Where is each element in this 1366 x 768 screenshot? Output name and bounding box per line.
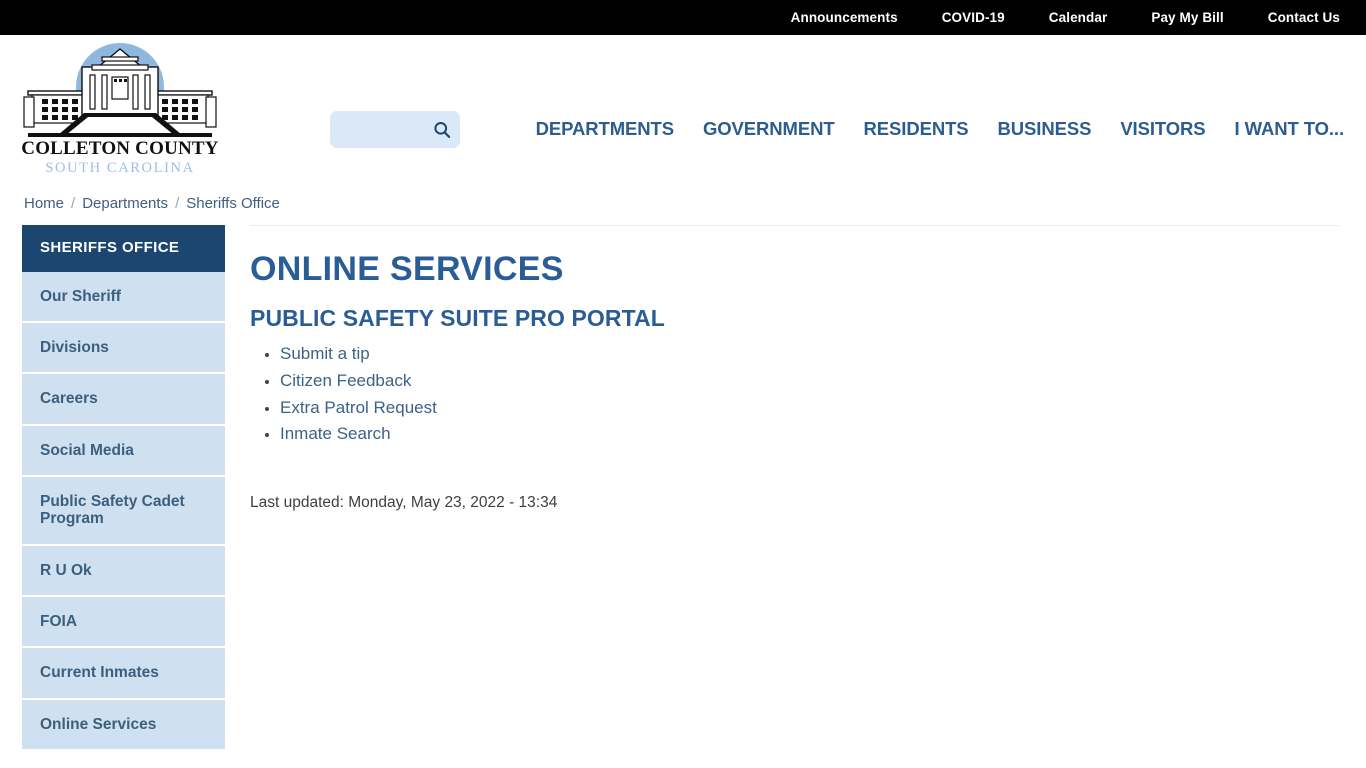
section-title: PUBLIC SAFETY SUITE PRO PORTAL [250,304,665,331]
utility-bar: Announcements COVID-19 Calendar Pay My B… [0,0,1366,35]
sidebar: SHERIFFS OFFICE Our Sheriff Divisions Ca… [22,225,225,750]
link-extra-patrol-request[interactable]: Extra Patrol Request [280,398,437,417]
main-navigation: DEPARTMENTS GOVERNMENT RESIDENTS BUSINES… [536,118,1344,140]
sidebar-item-social-media[interactable]: Social Media [22,425,225,477]
sidebar-item-public-safety-cadet-program[interactable]: Public Safety Cadet Program [22,476,225,546]
list-item: Extra Patrol Request [280,395,1340,421]
nav-link-departments[interactable]: DEPARTMENTS [536,118,674,140]
breadcrumb-item-home[interactable]: Home [24,195,64,212]
logo-county-name: COLLETON COUNTY [21,138,219,159]
sidebar-item-careers[interactable]: Careers [22,374,225,426]
online-services-link-list: Submit a tip Citizen Feedback Extra Patr… [250,341,1340,447]
nav-link-business[interactable]: BUSINESS [998,118,1092,140]
link-submit-a-tip[interactable]: Submit a tip [280,344,370,363]
breadcrumb: Home / Departments / Sheriffs Office [0,189,1366,217]
list-item: Submit a tip [280,341,1340,367]
list-item: Inmate Search [280,421,1340,447]
list-item: Citizen Feedback [280,368,1340,394]
search-box[interactable] [330,111,460,148]
search-icon[interactable] [432,120,452,140]
logo-state-name: SOUTH CAROLINA [45,160,195,176]
link-citizen-feedback[interactable]: Citizen Feedback [280,371,411,390]
utility-link-calendar[interactable]: Calendar [1049,10,1108,25]
utility-link-covid-19[interactable]: COVID-19 [942,10,1005,25]
last-updated-text: Last updated: Monday, May 23, 2022 - 13:… [250,494,558,512]
site-logo[interactable]: COLLETON COUNTY SOUTH CAROLINA [15,41,225,176]
utility-link-contact-us[interactable]: Contact Us [1268,10,1340,25]
nav-link-residents[interactable]: RESIDENTS [864,118,969,140]
masthead: COLLETON COUNTY SOUTH CAROLINA DEPARTMEN… [0,35,1366,190]
courthouse-icon [20,41,220,141]
sidebar-header: SHERIFFS OFFICE [22,225,225,272]
breadcrumb-item-current: Sheriffs Office [186,194,280,212]
sidebar-item-our-sheriff[interactable]: Our Sheriff [22,271,225,323]
breadcrumb-separator: / [175,194,180,212]
nav-link-visitors[interactable]: VISITORS [1120,118,1205,140]
sidebar-item-r-u-ok[interactable]: R U Ok [22,545,225,598]
breadcrumb-separator: / [71,194,76,212]
nav-link-i-want-to[interactable]: I WANT TO... [1235,118,1345,140]
breadcrumb-item-departments[interactable]: Departments [82,195,168,212]
main-content: ONLINE SERVICES PUBLIC SAFETY SUITE PRO … [250,225,1340,512]
sidebar-item-online-services[interactable]: Online Services [22,699,225,750]
page-title: ONLINE SERVICES [250,250,564,288]
page-body: SHERIFFS OFFICE Our Sheriff Divisions Ca… [0,217,1366,750]
sidebar-item-current-inmates[interactable]: Current Inmates [22,648,225,700]
utility-link-pay-my-bill[interactable]: Pay My Bill [1151,10,1223,25]
utility-link-announcements[interactable]: Announcements [791,10,898,25]
nav-link-government[interactable]: GOVERNMENT [703,118,835,140]
sidebar-item-divisions[interactable]: Divisions [22,322,225,375]
link-inmate-search[interactable]: Inmate Search [280,424,391,443]
sidebar-item-foia[interactable]: FOIA [22,597,225,649]
